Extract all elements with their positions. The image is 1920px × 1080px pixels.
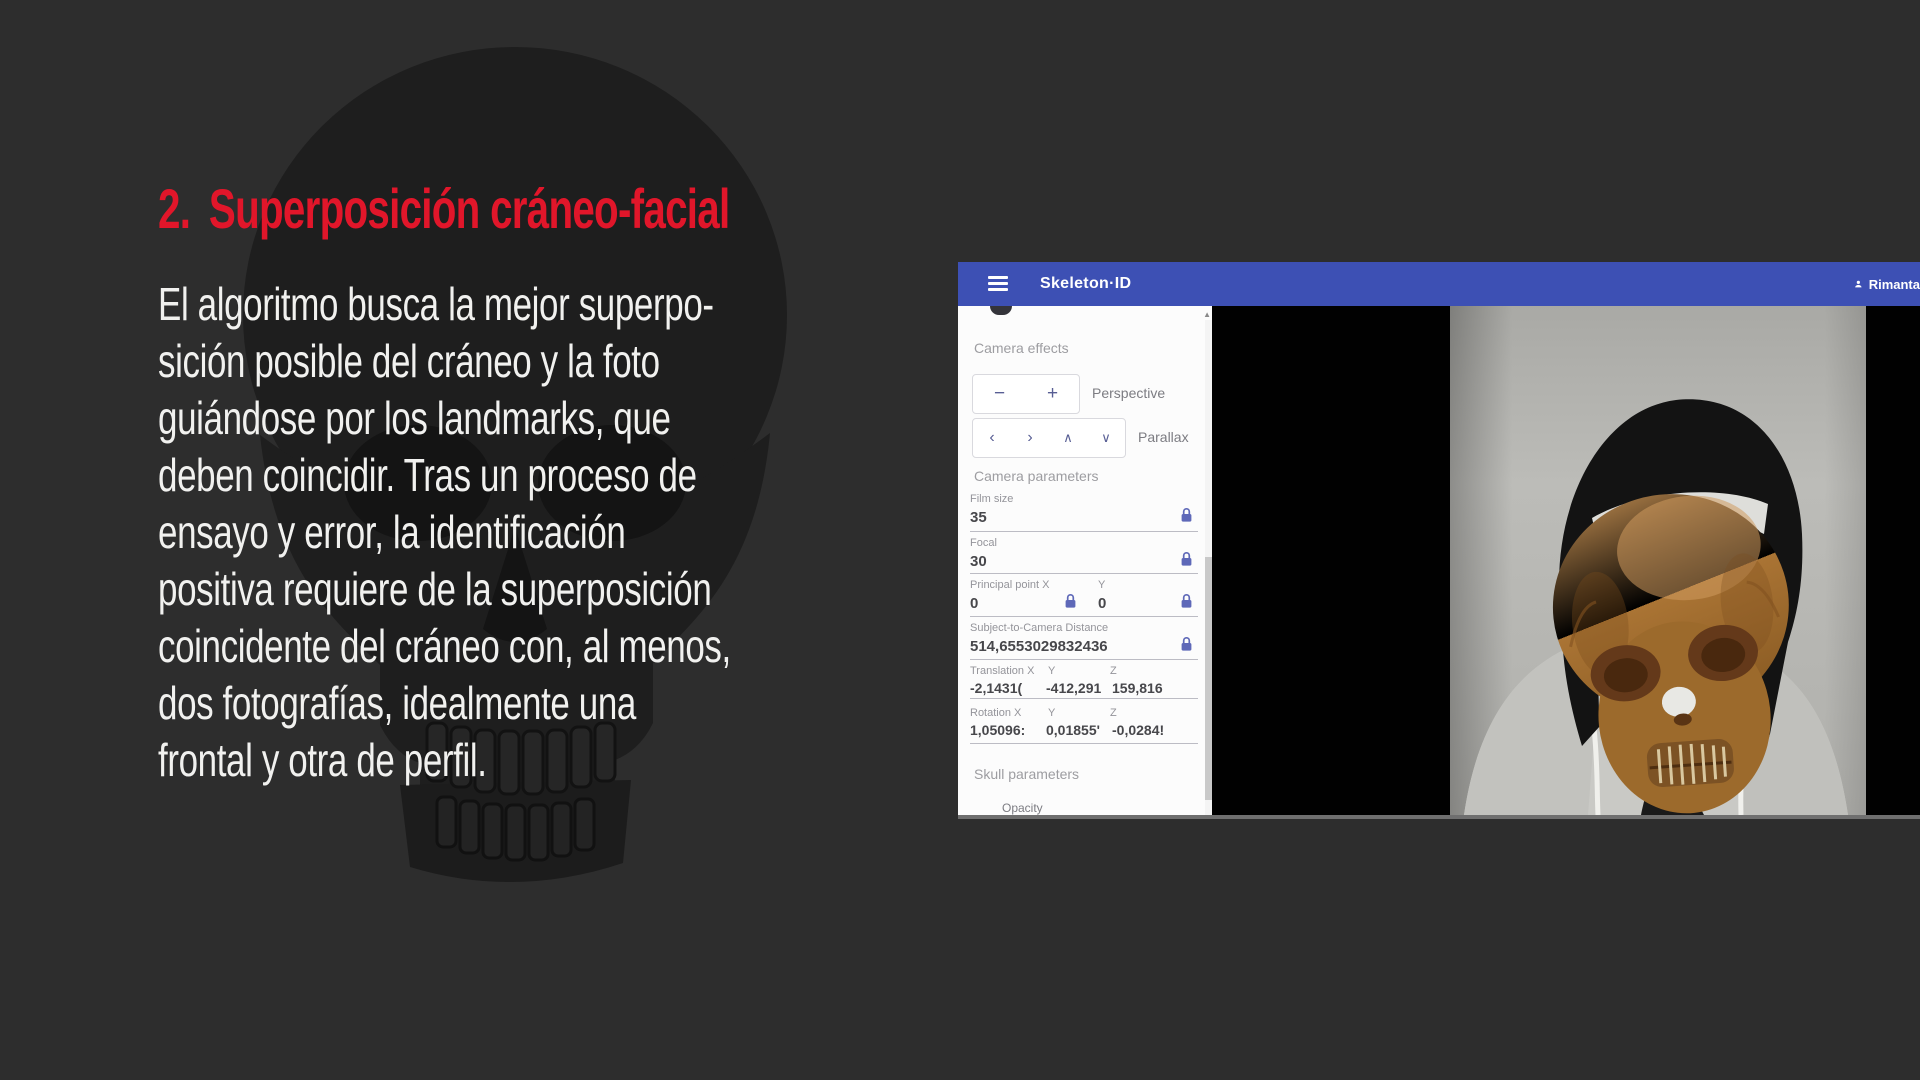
slide-body-text: El algoritmo busca la mejor superpo- sic… [158,276,731,789]
field-underline [970,531,1198,532]
viewer-canvas-right [1866,306,1920,815]
film-size-label: Film size [970,493,1013,505]
section-skull-parameters: Skull parameters [974,766,1079,782]
section-camera-parameters: Camera parameters [974,468,1099,484]
rotation-z-value[interactable]: -0,0284! [1112,722,1164,738]
section-camera-effects: Camera effects [974,340,1069,356]
principal-point-y-lock-icon[interactable] [1180,593,1193,609]
perspective-label: Perspective [1092,385,1165,401]
principal-point-x-value[interactable]: 0 [970,595,978,612]
field-underline [970,698,1198,699]
translation-z-label: Z [1110,665,1117,677]
heading-number: 2. [158,177,190,240]
user-account[interactable]: Rimanta [1854,262,1920,306]
translation-z-value[interactable]: 159,816 [1112,680,1163,696]
rotation-x-label: Rotation X [970,707,1021,719]
menu-icon[interactable] [988,276,1008,292]
camera-distance-lock-icon[interactable] [1180,636,1193,652]
viewer-canvas-left [1212,306,1450,815]
perspective-zoom-out-button[interactable]: − [973,375,1026,413]
translation-y-value[interactable]: -412,291 [1046,680,1101,696]
principal-point-x-label: Principal point X [970,579,1050,591]
parallax-label: Parallax [1138,429,1189,445]
slide: 2. Superposición cráneo-facial El algorit… [0,0,1920,1080]
camera-distance-label: Subject-to-Camera Distance [970,622,1108,634]
principal-point-x-lock-icon[interactable] [1064,593,1077,609]
panel-scrollbar-thumb[interactable] [1205,557,1212,800]
focal-lock-icon[interactable] [1180,551,1193,567]
perspective-zoom-in-button[interactable]: + [1026,375,1079,413]
scrolled-slider-thumb [990,306,1012,315]
translation-x-label: Translation X [970,665,1034,677]
film-size-lock-icon[interactable] [1180,507,1193,523]
focal-label: Focal [970,537,997,549]
opacity-label: Opacity [1002,801,1043,815]
user-name: Rimanta [1869,277,1920,292]
body-line: ensayo y error, la identificación [158,504,731,561]
translation-x-value[interactable]: -2,1431( [970,680,1022,696]
focal-value[interactable]: 30 [970,553,987,570]
app-title: Skeleton·ID [1040,275,1131,293]
principal-point-y-label: Y [1098,579,1105,591]
body-line: coincidente del cráneo con, al menos, [158,618,731,675]
person-icon [1854,275,1863,293]
slide-heading: 2. Superposición cráneo-facial [158,176,729,241]
field-underline [970,659,1198,660]
body-line: guiándose por los landmarks, que [158,390,731,447]
app-header-bar: Skeleton·ID Rimanta [958,262,1920,306]
rotation-y-value[interactable]: 0,01855' [1046,722,1100,738]
rotation-y-label: Y [1048,707,1055,719]
field-underline [970,573,1198,574]
body-line: El algoritmo busca la mejor superpo- [158,276,731,333]
principal-point-y-value[interactable]: 0 [1098,595,1106,612]
parallax-left-button[interactable]: ‹ [973,419,1011,457]
parallax-button-group: ‹ › ∧ ∨ [972,418,1126,458]
camera-panel: ▲ Camera effects − + Perspective ‹ › ∧ ∨… [958,306,1212,815]
body-line: frontal y otra de perfil. [158,732,731,789]
translation-y-label: Y [1048,665,1055,677]
perspective-button-group: − + [972,374,1080,414]
parallax-up-button[interactable]: ∧ [1049,419,1087,457]
superimposition-viewport[interactable] [1450,306,1866,815]
field-underline [970,743,1198,744]
body-line: deben coincidir. Tras un proceso de [158,447,731,504]
rotation-x-value[interactable]: 1,05096: [970,722,1025,738]
parallax-right-button[interactable]: › [1011,419,1049,457]
camera-distance-value[interactable]: 514,6553029832436 [970,638,1108,655]
scroll-up-arrow-icon[interactable]: ▲ [1203,310,1211,319]
field-underline [970,616,1198,617]
app-body: ▲ Camera effects − + Perspective ‹ › ∧ ∨… [958,306,1920,815]
parallax-down-button[interactable]: ∨ [1087,419,1125,457]
panel-scrollbar[interactable] [1205,320,1212,815]
film-size-value[interactable]: 35 [970,509,987,526]
heading-title: Superposición cráneo-facial [209,177,730,240]
body-line: sición posible del cráneo y la foto [158,333,731,390]
skeleton-id-window: Skeleton·ID Rimanta ▲ Camera effects − + [958,262,1920,819]
body-line: positiva requiere de la superposición [158,561,731,618]
rotation-z-label: Z [1110,707,1117,719]
skull-face-superimposition-photo [1450,306,1866,815]
body-line: dos fotografías, idealmente una [158,675,731,732]
